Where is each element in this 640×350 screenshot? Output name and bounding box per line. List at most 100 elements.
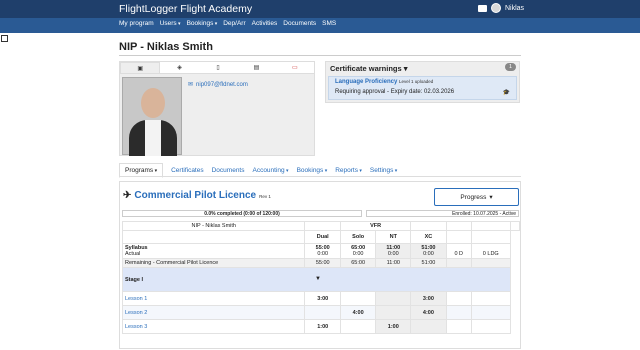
table-cell [470, 258, 511, 268]
profile-tab-1[interactable]: ▣ [120, 62, 161, 73]
table-cell [121, 230, 306, 244]
table-cell [339, 291, 377, 306]
nav-item-users[interactable]: Users ▾ [160, 20, 181, 27]
actual-value: 0:00 [317, 251, 329, 257]
chat-icon[interactable]: ▤ [254, 64, 260, 71]
caret-down-icon[interactable]: ▾ [489, 193, 492, 201]
table-cell: 51:00 [410, 258, 447, 268]
certificate-warning-item: Language Proficiency Level 1 uploaded Re… [328, 76, 517, 100]
divider [119, 55, 521, 56]
table-cell [470, 305, 511, 320]
card-icon[interactable]: ▭ [292, 64, 298, 71]
program-panel: ✈ Commercial Pilot Licence Rev 1 Progres… [119, 181, 521, 349]
certificate-warnings-panel: Certificate warnings ▾ 1 Language Profic… [325, 61, 520, 103]
table-cell [470, 230, 511, 244]
actual-label: Actual [125, 251, 141, 257]
lesson-link[interactable]: Lesson 2 [121, 305, 306, 320]
program-table: NIP - Niklas Smith VFR Dual Solo NT XC Syllabu… [121, 221, 520, 334]
remaining-row: Remaining - Commercial Pilot Licence 55:0… [121, 258, 520, 268]
table-cell [410, 221, 447, 231]
table-cell: NIP - Niklas Smith [121, 221, 306, 231]
airplane-icon: ✈ [123, 190, 132, 201]
table-cell: Syllabus Actual [121, 243, 306, 259]
profile-panel: ▣ ◈ ▯ ▤ ▭ ✉ nip097@fldnet.com [119, 61, 315, 156]
table-cell: 55:00 0:00 [304, 243, 341, 259]
caret-down-icon[interactable]: ▾ [285, 168, 289, 174]
subnav-documents[interactable]: Documents [212, 167, 245, 174]
certificate-status: Requiring approval - Expiry date: 02.03.… [335, 89, 455, 95]
actual-extra: 0 D [454, 251, 464, 257]
profile-tab-5[interactable]: ▭ [276, 62, 314, 73]
table-cell: 3:00 [304, 291, 341, 306]
table-cell: VFR [339, 221, 412, 231]
mail-icon[interactable] [478, 4, 487, 12]
caret-down-icon[interactable]: ▾ [393, 168, 398, 174]
nav-item-my-program[interactable]: My program [119, 20, 154, 27]
nav-item-activities[interactable]: Activities [252, 20, 278, 27]
table-cell [304, 221, 341, 231]
program-revision: Rev 1 [259, 194, 271, 199]
table-cell: 65:00 [339, 258, 377, 268]
table-cell [304, 305, 341, 320]
table-cell [509, 221, 520, 231]
column-header: Dual [304, 230, 341, 244]
subnav-reports[interactable]: Reports ▾ [335, 167, 362, 174]
email-link[interactable]: nip097@fldnet.com [196, 82, 248, 88]
profile-tab-3[interactable]: ▯ [199, 62, 237, 73]
stage-title[interactable]: Stage I [125, 277, 143, 283]
column-header-row: Dual Solo NT XC [121, 230, 520, 244]
top-bar: FlightLogger Flight Academy Niklas [0, 0, 640, 18]
profile-tab-4[interactable]: ▤ [237, 62, 275, 73]
program-title[interactable]: Commercial Pilot Licence [134, 190, 256, 201]
actual-value: 0:00 [387, 251, 399, 257]
chevron-down-icon[interactable]: ▾ [404, 64, 408, 73]
caret-down-icon[interactable]: ▾ [323, 168, 328, 174]
table-cell: Remaining - Commercial Pilot Licence [121, 258, 306, 268]
caret-down-icon[interactable]: ▾ [213, 21, 218, 27]
clipboard-icon[interactable]: ▯ [216, 64, 219, 71]
table-cell [445, 319, 472, 334]
user-name[interactable]: Niklas [505, 5, 524, 12]
syllabus-row: Syllabus Actual 55:00 0:00 65:00 0:00 11:00 0:0… [121, 243, 520, 259]
profile-photo [122, 77, 182, 156]
subnav-certificates[interactable]: Certificates [171, 167, 204, 174]
nav-item-bookings[interactable]: Bookings ▾ [187, 20, 218, 27]
table-cell [445, 291, 472, 306]
column-header: XC [410, 230, 447, 244]
certificate-warnings-toggle[interactable]: Certificate warnings ▾ [330, 64, 408, 73]
lesson-link[interactable]: Lesson 3 [121, 319, 306, 334]
envelope-icon: ✉ [188, 82, 194, 88]
caret-down-icon[interactable]: ▾ [177, 21, 181, 27]
document-icon[interactable] [1, 35, 8, 42]
subnav-settings[interactable]: Settings ▾ [370, 167, 397, 174]
subnav-bookings[interactable]: Bookings ▾ [297, 167, 328, 174]
program-heading: ✈ Commercial Pilot Licence Rev 1 [123, 190, 271, 201]
table-cell: 0 D [445, 243, 472, 259]
caret-down-icon[interactable]: ▾ [153, 168, 158, 174]
app-title[interactable]: FlightLogger Flight Academy [119, 3, 252, 15]
table-cell: Stage I ▼ [122, 267, 511, 292]
id-card-icon[interactable]: ▣ [137, 65, 143, 72]
profile-tab-2[interactable]: ◈ [160, 62, 198, 73]
certificate-name[interactable]: Language Proficiency [335, 79, 397, 85]
caret-down-icon[interactable]: ▼ [315, 276, 321, 282]
table-cell: 11:00 [375, 258, 412, 268]
user-menu[interactable]: Niklas [478, 3, 524, 13]
table-cell [470, 221, 511, 231]
tag-icon[interactable]: ◈ [177, 64, 182, 71]
avatar[interactable] [491, 3, 501, 13]
subnav-accounting[interactable]: Accounting ▾ [252, 167, 288, 174]
progress-button[interactable]: Progress ▾ [434, 188, 519, 206]
table-cell: 0 LDG [470, 243, 511, 259]
warning-count-badge: 1 [504, 63, 516, 71]
nav-item-sms[interactable]: SMS [322, 20, 336, 27]
table-cell: 4:00 [339, 305, 377, 320]
actual-value: 0:00 [423, 251, 434, 257]
table-cell: 11:00 0:00 [375, 243, 412, 259]
nav-item-dep-arr[interactable]: Dep/Arr [223, 20, 245, 27]
caret-down-icon[interactable]: ▾ [358, 168, 362, 174]
lesson-link[interactable]: Lesson 1 [121, 291, 306, 306]
nav-item-documents[interactable]: Documents [283, 20, 316, 27]
table-cell: 1:00 [304, 319, 341, 334]
table-cell [470, 319, 511, 334]
